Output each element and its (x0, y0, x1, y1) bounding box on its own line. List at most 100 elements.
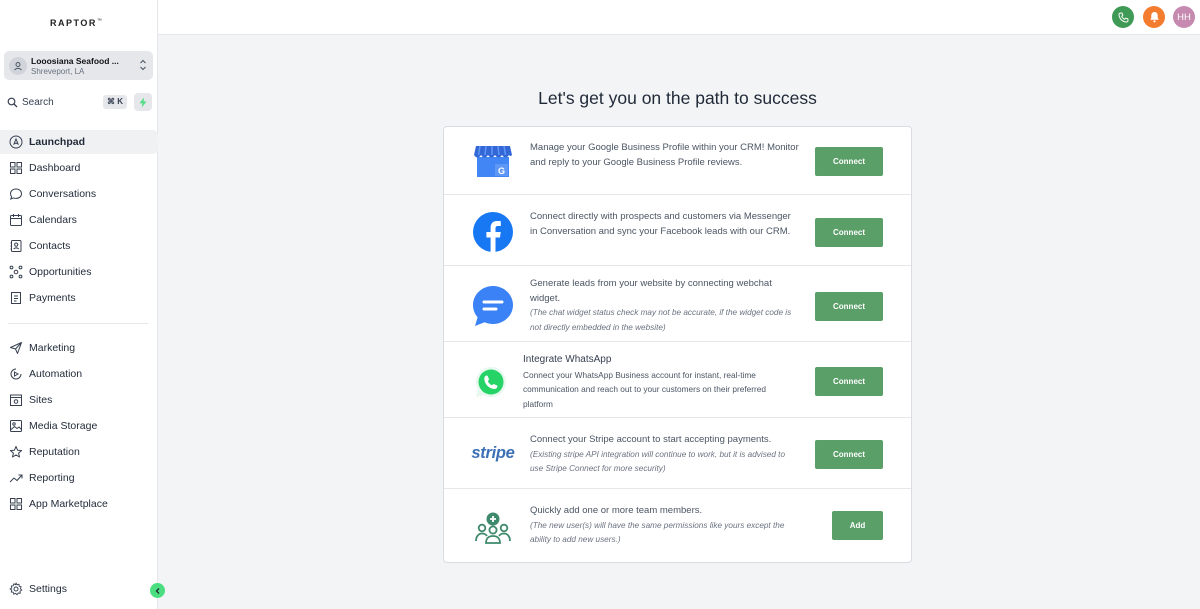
whatsapp-icon (470, 361, 512, 403)
nav-label: Marketing (29, 342, 76, 354)
rocket-icon (9, 135, 23, 149)
search-label: Search (22, 96, 54, 108)
nav-label: Reputation (29, 446, 80, 458)
search-bar[interactable]: Search ⌘ K (4, 93, 128, 111)
connect-stripe-button[interactable]: Connect (815, 440, 883, 469)
nav-label: Payments (29, 292, 76, 304)
integration-row-facebook: Connect directly with prospects and cust… (444, 195, 911, 266)
image-icon (10, 420, 22, 432)
nav-label: Opportunities (29, 266, 92, 278)
connect-whatsapp-button[interactable]: Connect (815, 367, 883, 396)
nav-sites[interactable]: Sites (0, 388, 158, 412)
nav-label: Settings (29, 583, 67, 595)
location-city: Shreveport, LA (31, 67, 85, 76)
sidebar: RAPTOR™ Looosiana Seafood ... Shreveport… (0, 0, 158, 609)
webchat-text: Generate leads from your website by conn… (530, 278, 772, 304)
integration-row-team: Quickly add one or more team members. (T… (444, 489, 911, 562)
team-text: Quickly add one or more team members. (530, 505, 703, 516)
nav-contacts[interactable]: Contacts (0, 234, 158, 258)
connect-webchat-button[interactable]: Connect (815, 292, 883, 321)
nav-label: Contacts (29, 240, 71, 252)
trend-icon (9, 474, 23, 483)
integration-description: Generate leads from your website by conn… (530, 277, 800, 335)
nav-label: Sites (29, 394, 53, 406)
integration-row-google: G Manage your Google Business Profile wi… (444, 127, 911, 195)
nav-automation[interactable]: Automation (0, 362, 158, 386)
nav-media-storage[interactable]: Media Storage (0, 414, 158, 438)
stripe-logo-text: stripe (471, 443, 515, 462)
chevron-left-icon (155, 587, 159, 594)
bolt-icon (139, 97, 147, 107)
integration-description: Quickly add one or more team members. (T… (530, 504, 800, 548)
nav-divider (8, 323, 148, 324)
apps-icon (10, 498, 22, 510)
brand-logo: RAPTOR™ (50, 18, 103, 28)
brand-trademark: ™ (96, 18, 104, 24)
whatsapp-text: Connect your WhatsApp Business account f… (523, 369, 767, 409)
nav-marketing[interactable]: Marketing (0, 336, 158, 360)
stripe-note: (Existing stripe API integration will co… (530, 449, 785, 474)
grid-icon (10, 162, 22, 174)
nav-label: Media Storage (29, 420, 98, 432)
integration-row-webchat: Generate leads from your website by conn… (444, 266, 911, 342)
nav-reputation[interactable]: Reputation (0, 440, 158, 464)
gear-icon (9, 582, 23, 596)
nav-conversations[interactable]: Conversations (0, 182, 158, 206)
brand-name: RAPTOR (50, 18, 97, 28)
nav-label: App Marketplace (29, 498, 108, 510)
nav-label: Calendars (29, 214, 77, 226)
stripe-icon: stripe (471, 432, 515, 474)
notifications-button[interactable] (1143, 6, 1165, 28)
payments-icon (11, 292, 21, 304)
opportunities-icon (9, 265, 23, 279)
sidebar-collapse-button[interactable] (150, 583, 165, 598)
svg-text:G: G (498, 166, 505, 176)
whatsapp-title: Integrate WhatsApp (523, 354, 612, 365)
send-icon (10, 342, 22, 354)
add-team-member-button[interactable]: Add (832, 511, 883, 540)
location-name: Looosiana Seafood ... (31, 56, 119, 66)
nav-opportunities[interactable]: Opportunities (0, 260, 158, 284)
nav-calendars[interactable]: Calendars (0, 208, 158, 232)
chat-icon (9, 188, 23, 200)
user-avatar[interactable]: HH (1173, 6, 1195, 28)
automation-icon (10, 368, 22, 380)
nav-app-marketplace[interactable]: App Marketplace (0, 492, 158, 516)
bell-icon (1149, 12, 1159, 23)
nav-settings[interactable]: Settings (0, 577, 158, 601)
connect-facebook-button[interactable]: Connect (815, 218, 883, 247)
integrations-card: G Manage your Google Business Profile wi… (443, 126, 912, 563)
quick-action-button[interactable] (134, 93, 152, 111)
search-icon (7, 97, 18, 107)
webchat-note: (The chat widget status check may not be… (530, 308, 792, 332)
location-switcher[interactable]: Looosiana Seafood ... Shreveport, LA (4, 51, 153, 80)
contacts-icon (10, 240, 22, 252)
phone-icon (1117, 11, 1129, 23)
page-title: Let's get you on the path to success (538, 88, 817, 108)
nav-reporting[interactable]: Reporting (0, 466, 158, 490)
connect-google-button[interactable]: Connect (815, 147, 883, 176)
google-business-icon: G (472, 140, 514, 182)
facebook-icon (472, 211, 514, 253)
sites-icon (10, 394, 22, 406)
integration-description: Connect directly with prospects and cust… (530, 211, 791, 237)
nav-dashboard[interactable]: Dashboard (0, 156, 158, 180)
calendar-icon (10, 214, 22, 226)
chevron-up-down-icon (140, 59, 146, 71)
integration-row-whatsapp: Integrate WhatsApp Connect your WhatsApp… (444, 342, 911, 418)
nav-label: Dashboard (29, 162, 81, 174)
integration-description: Integrate WhatsApp Connect your WhatsApp… (523, 353, 793, 411)
phone-button[interactable] (1112, 6, 1134, 28)
nav-payments[interactable]: Payments (0, 286, 158, 310)
nav-label: Conversations (29, 188, 97, 200)
user-initials: HH (1177, 11, 1191, 23)
nav-label: Reporting (29, 472, 75, 484)
integration-description: Connect your Stripe account to start acc… (530, 433, 800, 477)
nav-label: Launchpad (29, 136, 86, 148)
team-note: (The new user(s) will have the same perm… (530, 520, 785, 545)
location-avatar-icon (9, 57, 27, 75)
star-icon (9, 446, 23, 458)
integration-row-stripe: stripe Connect your Stripe account to st… (444, 418, 911, 489)
nav-launchpad[interactable]: Launchpad (0, 130, 158, 154)
team-add-icon (472, 506, 514, 548)
